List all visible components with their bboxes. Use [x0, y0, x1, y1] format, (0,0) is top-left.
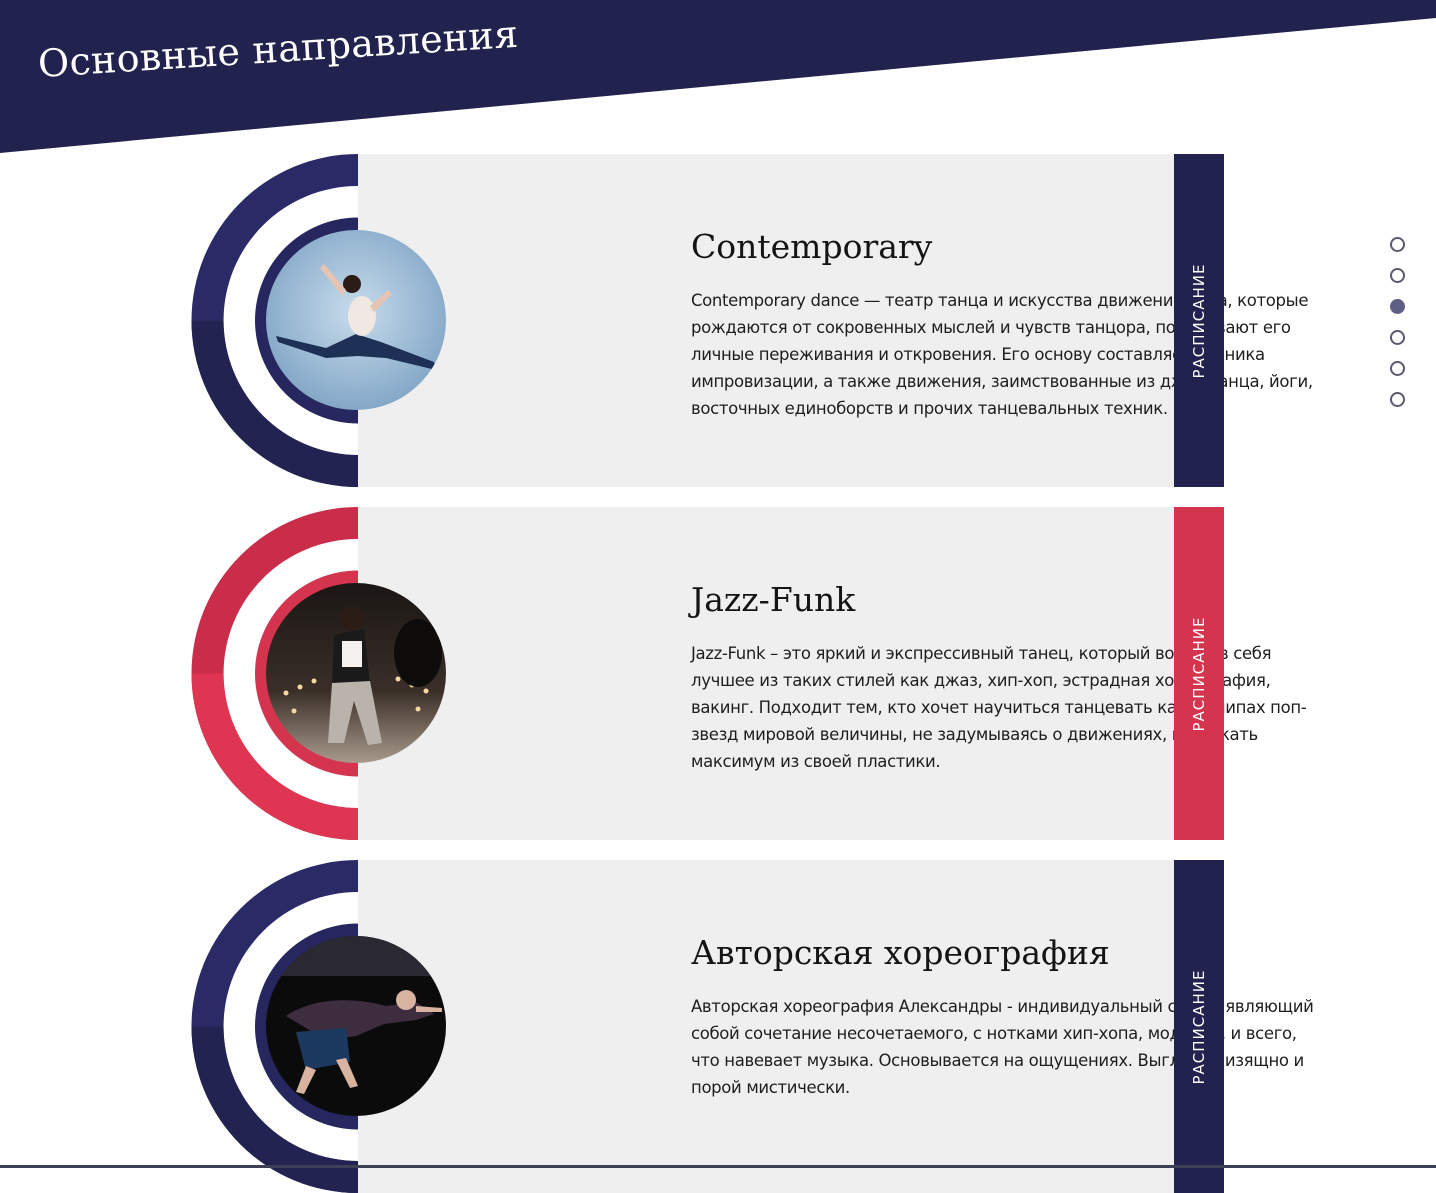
schedule-tab[interactable]: РАСПИСАНИЕ	[1174, 154, 1224, 487]
card-description: Авторская хореография Александры - индив…	[691, 997, 1314, 1097]
schedule-tab-label: РАСПИСАНИЕ	[1190, 969, 1208, 1084]
direction-card-author-choreography: Авторская хореография Авторская хореогра…	[190, 860, 1314, 1193]
card-title: Contemporary	[691, 227, 933, 266]
schedule-tab-label: РАСПИСАНИЕ	[1190, 263, 1208, 378]
page-navigation-dots	[1390, 237, 1406, 423]
schedule-tab[interactable]: РАСПИСАНИЕ	[1174, 860, 1224, 1193]
pager-dot-5[interactable]	[1390, 361, 1405, 376]
card-description: Contemporary dance — театр танца и искус…	[691, 291, 1313, 418]
card-body: Jazz-Funk Jazz-Funk – это яркий и экспре…	[358, 507, 1307, 840]
card-description: Jazz-Funk – это яркий и экспрессивный та…	[691, 644, 1307, 771]
pager-dot-6[interactable]	[1390, 392, 1405, 407]
card-title: Jazz-Funk	[691, 580, 856, 619]
direction-card-contemporary: Contemporary Contemporary dance — театр …	[190, 154, 1313, 487]
card-body: Contemporary Contemporary dance — театр …	[358, 154, 1313, 487]
pager-dot-2[interactable]	[1390, 268, 1405, 283]
card-title: Авторская хореография	[691, 933, 1110, 972]
pager-dot-1[interactable]	[1390, 237, 1405, 252]
schedule-tab-label: РАСПИСАНИЕ	[1190, 616, 1208, 731]
direction-card-jazz-funk: Jazz-Funk Jazz-Funk – это яркий и экспре…	[190, 507, 1307, 840]
pager-dot-3-active[interactable]	[1390, 299, 1405, 314]
author-choreography-dancer-photo	[266, 936, 446, 1116]
header-band	[0, 0, 1436, 155]
card-body: Авторская хореография Авторская хореогра…	[358, 860, 1314, 1193]
contemporary-dancer-photo	[266, 230, 446, 410]
schedule-tab[interactable]: РАСПИСАНИЕ	[1174, 507, 1224, 840]
jazz-funk-dancer-photo	[266, 583, 446, 763]
pager-dot-4[interactable]	[1390, 330, 1405, 345]
